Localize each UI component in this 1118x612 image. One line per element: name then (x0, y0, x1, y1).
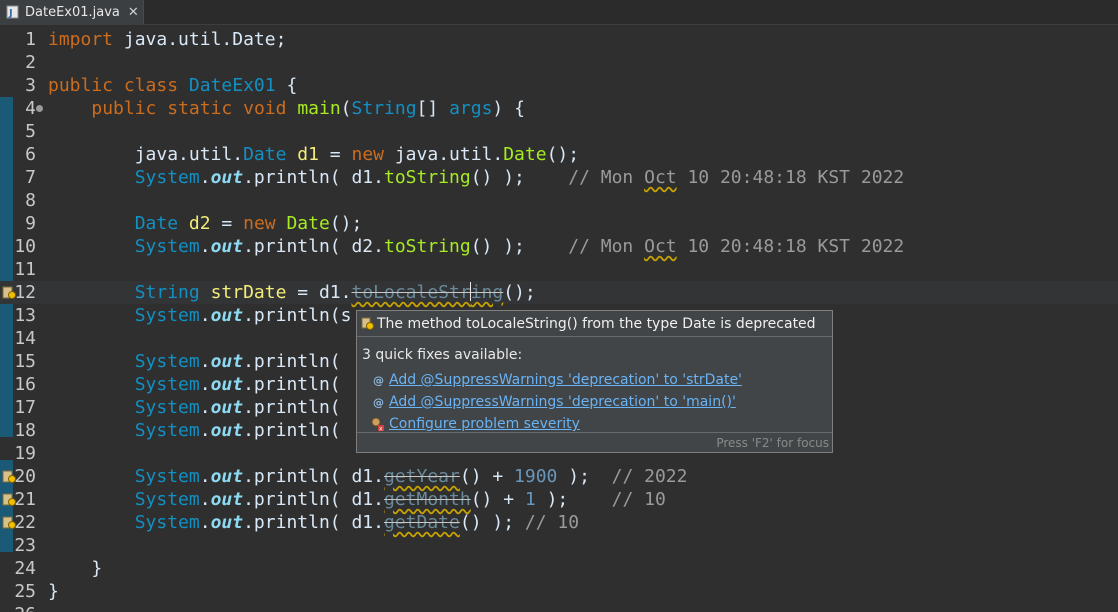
editor-tab-bar: J DateEx01.java ✕ (0, 0, 1118, 25)
line-number: 5 (25, 121, 36, 142)
quick-fix-item[interactable]: @ Add @SuppressWarnings 'deprecation' to… (357, 369, 832, 391)
code-line: 11 (0, 258, 1118, 281)
fix-suppress-strdate-link[interactable]: Add @SuppressWarnings 'deprecation' to '… (389, 372, 742, 388)
popup-message: The method toLocaleString() from the typ… (377, 315, 816, 332)
code-line: 24 } (0, 557, 1118, 580)
line-number: 3 (25, 75, 36, 96)
line-number: 10 (14, 236, 36, 257)
code-line-current: 12 String strDate = d1.toLocaleString(); (0, 281, 1118, 304)
code-text: System.out.println( d1.toString() ); // … (134, 167, 905, 188)
code-line: 6 java.util.Date d1 = new java.util.Date… (0, 143, 1118, 166)
line-number: 4 (25, 98, 36, 119)
quick-fix-item[interactable]: @ Add @SuppressWarnings 'deprecation' to… (357, 391, 832, 413)
code-text: System.out.println( (134, 351, 341, 372)
code-text: import java.util.Date; (48, 29, 287, 50)
quick-fix-popup[interactable]: The method toLocaleString() from the typ… (356, 310, 833, 453)
line-number: 8 (25, 190, 36, 211)
line-number: 20 (14, 466, 36, 487)
code-line: 4 public static void main(String[] args)… (0, 97, 1118, 120)
java-file-icon: J (6, 5, 19, 19)
svg-text:@: @ (373, 396, 384, 408)
code-text: java.util.Date d1 = new java.util.Date()… (134, 144, 580, 165)
warning-icon (361, 317, 374, 330)
line-number: 2 (25, 52, 36, 73)
line-number: 26 (0, 603, 36, 612)
code-line: 26 (0, 603, 1118, 612)
code-line: 7 System.out.println( d1.toString() ); /… (0, 166, 1118, 189)
code-text: System.out.println( d1.getMonth() + 1 );… (134, 489, 666, 510)
configure-severity-icon: x (370, 416, 386, 432)
code-line: 1 import java.util.Date; (0, 28, 1118, 51)
fix-suppress-main-link[interactable]: Add @SuppressWarnings 'deprecation' to '… (389, 394, 736, 410)
code-line: 20 System.out.println( d1.getYear() + 19… (0, 465, 1118, 488)
popup-footer: Press 'F2' for focus (357, 432, 832, 452)
line-number: 13 (14, 305, 36, 326)
code-line: 21 System.out.println( d1.getMonth() + 1… (0, 488, 1118, 511)
line-number: 24 (14, 558, 36, 579)
code-text: System.out.println( d1.getDate() ); // 1… (134, 512, 580, 533)
annotation-icon: @ (370, 372, 386, 388)
code-line: 3 public class DateEx01 { (0, 74, 1118, 97)
line-number: 12 (14, 282, 36, 303)
annotation-icon: @ (370, 394, 386, 410)
code-line: 22 System.out.println( d1.getDate() ); /… (0, 511, 1118, 534)
line-number: 6 (25, 144, 36, 165)
line-number: 22 (14, 512, 36, 533)
fold-toggle-icon[interactable] (36, 105, 43, 112)
code-text: System.out.println( d2.toString() ); // … (134, 236, 905, 257)
code-line: 2 (0, 51, 1118, 74)
tab-dateex01[interactable]: J DateEx01.java ✕ (0, 0, 144, 24)
code-text: System.out.println(s (134, 305, 352, 326)
line-number: 7 (25, 167, 36, 188)
svg-text:J: J (8, 8, 13, 19)
code-text: String strDate = d1.toLocaleString(); (134, 282, 536, 303)
code-text: } (91, 558, 103, 579)
line-number: 19 (14, 443, 36, 464)
line-number: 23 (14, 535, 36, 556)
svg-text:@: @ (373, 374, 384, 386)
code-text: } (48, 581, 59, 602)
tab-title: DateEx01.java (25, 4, 120, 20)
line-number: 25 (14, 581, 36, 602)
code-text: Date d2 = new Date(); (134, 213, 363, 234)
code-line: 5 (0, 120, 1118, 143)
line-number: 9 (25, 213, 36, 234)
line-number: 1 (25, 29, 36, 50)
code-text: System.out.println( (134, 420, 341, 441)
code-text: System.out.println( d1.getYear() + 1900 … (134, 466, 688, 487)
code-text: System.out.println( (134, 397, 341, 418)
code-line: 23 (0, 534, 1118, 557)
fix-configure-severity-link[interactable]: Configure problem severity (389, 416, 580, 432)
code-text: System.out.println( (134, 374, 341, 395)
code-text: public class DateEx01 { (48, 75, 298, 96)
code-text: public static void main(String[] args) { (91, 98, 525, 119)
close-icon[interactable]: ✕ (128, 5, 139, 20)
line-number: 14 (14, 328, 36, 349)
line-number: 11 (14, 259, 36, 280)
line-number: 16 (14, 374, 36, 395)
line-number: 17 (14, 397, 36, 418)
quick-fix-count: 3 quick fixes available: (362, 347, 523, 363)
line-number: 18 (14, 420, 36, 441)
code-line: 9 Date d2 = new Date(); (0, 212, 1118, 235)
line-number: 21 (14, 489, 36, 510)
popup-header: The method toLocaleString() from the typ… (357, 311, 832, 337)
line-number: 15 (14, 351, 36, 372)
code-line: 25 } (0, 580, 1118, 603)
code-line: 8 (0, 189, 1118, 212)
code-line: 10 System.out.println( d2.toString() ); … (0, 235, 1118, 258)
